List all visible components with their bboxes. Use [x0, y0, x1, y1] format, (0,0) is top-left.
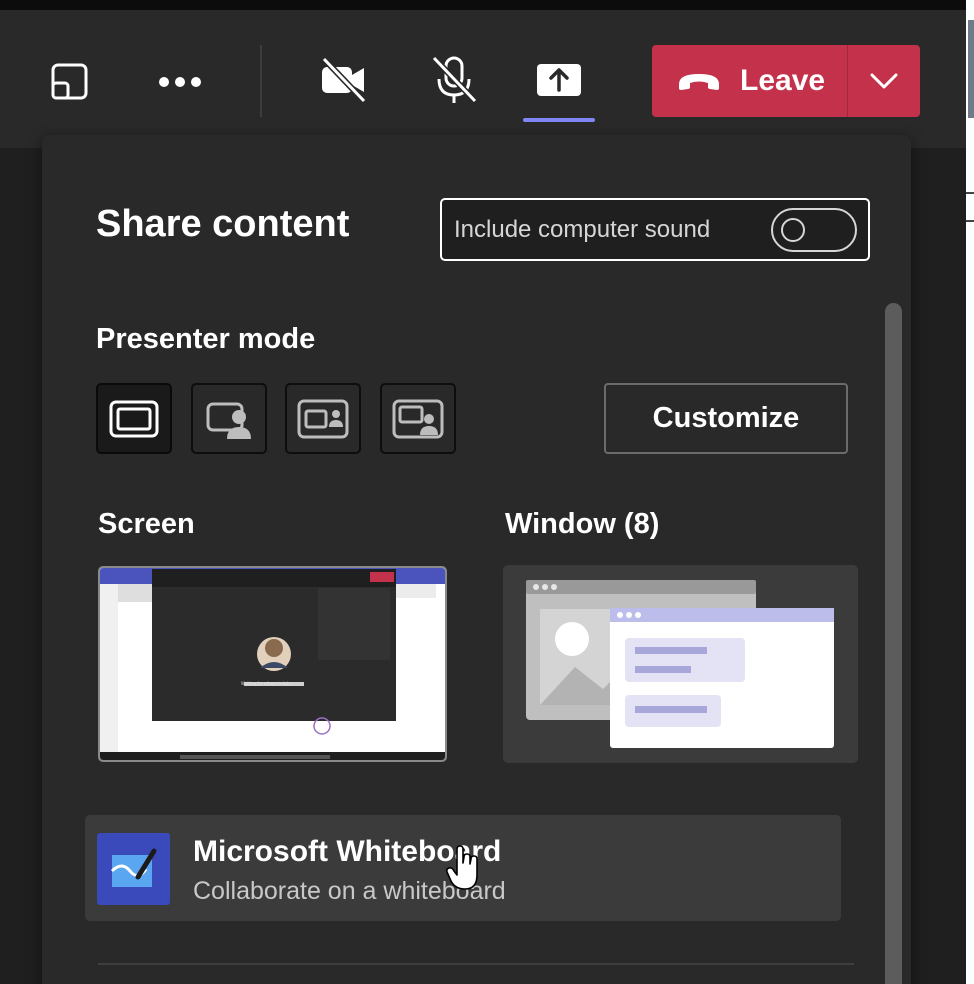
- whiteboard-option[interactable]: Microsoft Whiteboard Collaborate on a wh…: [85, 815, 841, 921]
- window-heading: Window (8): [505, 508, 660, 540]
- leave-label: Leave: [740, 64, 826, 97]
- chevron-down-icon: [870, 73, 898, 89]
- edge-line: [966, 220, 974, 222]
- toggle-knob: [781, 218, 805, 242]
- background-window-edge: [966, 0, 974, 984]
- leave-options-button[interactable]: [848, 45, 920, 117]
- leave-button-group: Leave: [652, 45, 920, 117]
- camera-off-icon: [321, 56, 367, 104]
- presenter-mode-reporter[interactable]: [380, 383, 456, 454]
- participant-photo-edge: [968, 20, 974, 118]
- reporter-icon: [392, 399, 444, 438]
- share-tray-icon: [537, 64, 581, 96]
- more-options-button[interactable]: [150, 54, 210, 110]
- screen-heading: Screen: [98, 508, 195, 540]
- share-content-panel: Share content Include computer sound Pre…: [42, 135, 911, 984]
- toolbar-divider: [260, 45, 262, 117]
- standout-icon: [206, 402, 251, 439]
- screen-preview-image: [100, 568, 445, 760]
- popout-button[interactable]: [40, 54, 100, 110]
- toggle-switch[interactable]: [771, 208, 857, 252]
- leave-button[interactable]: Leave: [652, 45, 847, 117]
- screen-preview-waiting-text: Waiting for others to join...: [241, 681, 295, 686]
- popout-icon: [51, 63, 88, 100]
- more-options-icon: [159, 77, 201, 87]
- whiteboard-pen-icon: [110, 848, 156, 887]
- meeting-toolbar: Leave: [0, 10, 966, 148]
- screen-share-option[interactable]: Waiting for others to join...: [98, 566, 447, 762]
- presenter-mode-content-only[interactable]: [96, 383, 172, 454]
- presenter-mode-side-by-side[interactable]: [285, 383, 361, 454]
- side-by-side-icon: [297, 399, 349, 438]
- share-content-button[interactable]: [529, 52, 589, 108]
- include-sound-toggle[interactable]: Include computer sound: [440, 198, 870, 261]
- phone-hangup-icon: [679, 74, 719, 90]
- window-share-option[interactable]: [503, 565, 858, 763]
- title-bar-strip: [0, 0, 966, 10]
- include-sound-label: Include computer sound: [454, 215, 711, 243]
- customize-button[interactable]: Customize: [604, 383, 848, 454]
- presenter-mode-heading: Presenter mode: [96, 323, 316, 355]
- mic-toggle-button[interactable]: [424, 52, 484, 108]
- mic-off-icon: [431, 55, 478, 104]
- presenter-mode-standout[interactable]: [191, 383, 267, 454]
- whiteboard-icon: [97, 833, 170, 905]
- share-active-indicator: [523, 118, 595, 122]
- panel-scrollbar[interactable]: [885, 303, 902, 984]
- content-only-icon: [109, 400, 159, 437]
- section-divider: [98, 963, 854, 965]
- window-illustration: [526, 580, 834, 748]
- hand-cursor-icon: [445, 845, 478, 890]
- camera-toggle-button[interactable]: [313, 52, 373, 108]
- edge-line: [966, 192, 974, 194]
- panel-title: Share content: [96, 203, 350, 245]
